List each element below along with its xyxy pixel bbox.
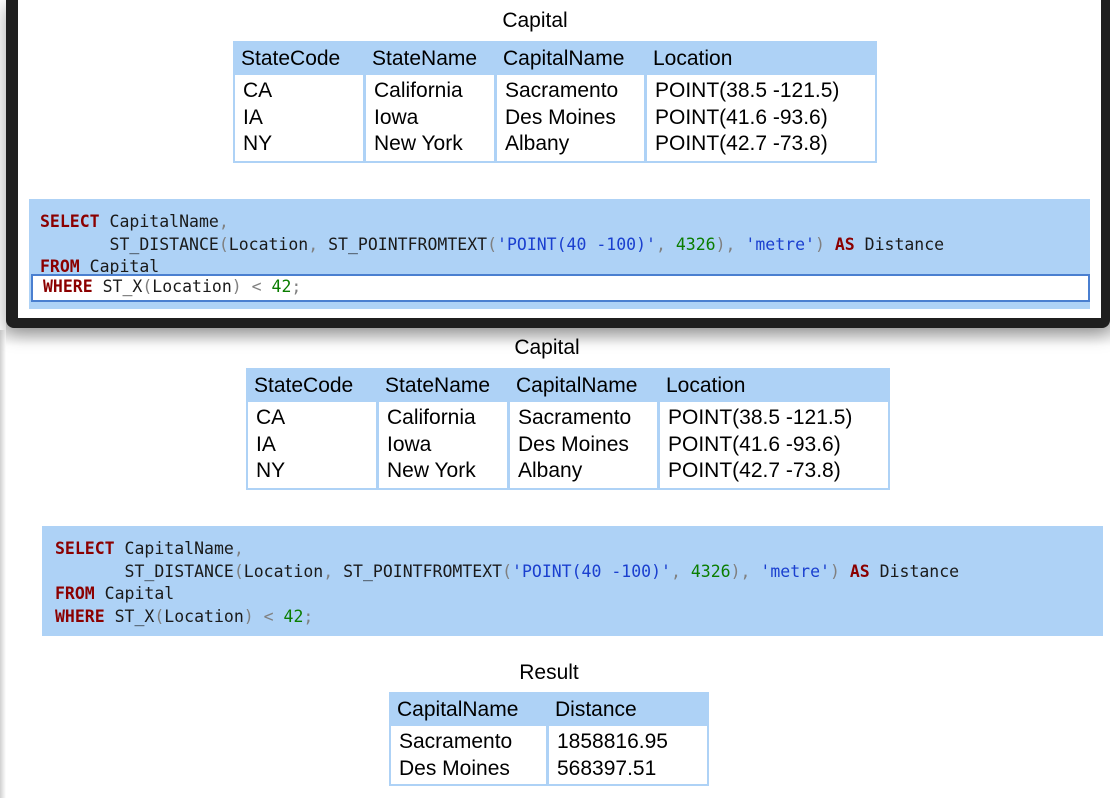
location-column: POINT(38.5 -121.5) POINT(41.6 -93.6) POI… [660,402,888,488]
header-location: Location [660,370,888,402]
statecode-column: CA IA NY [248,402,379,488]
statename-column: California Iowa New York [366,75,497,161]
table-body-row: CA IA NY California Iowa New York Sacram… [248,402,888,488]
table-cell: NY [256,459,286,482]
result-table: CapitalName Distance Sacramento Des Moin… [389,692,709,786]
table-cell: Des Moines [505,105,616,129]
where-line: WHERE ST_X(Location) < 42; [55,606,314,626]
table-body-row: CA IA NY California Iowa New York Sacram… [235,75,875,161]
table-cell: POINT(41.6 -93.6) [668,432,841,456]
header-capitalname: CapitalName [510,370,660,402]
distance-line: ST_DISTANCE(Location, ST_POINTFROMTEXT('… [124,561,960,581]
table-cell: POINT(42.7 -73.8) [668,459,841,482]
table-cell: Sacramento [505,79,619,102]
capital-table: StateCode StateName CapitalName Location… [233,41,877,163]
header-capitalname: CapitalName [391,694,549,726]
location-column: POINT(38.5 -121.5) POINT(41.6 -93.6) POI… [647,75,875,161]
query-popup: Capital StateCode StateName CapitalName … [6,0,1110,328]
table-cell: Des Moines [399,756,510,780]
table-cell: POINT(41.6 -93.6) [655,105,828,129]
select-line[interactable]: SELECT CapitalName, [40,211,1078,234]
table-cell: Sacramento [518,406,632,429]
table-cell: IA [256,432,276,456]
table-cell: CA [256,406,286,429]
table-cell: New York [387,459,476,482]
header-statename: StateName [366,43,497,75]
capital-table-caption: Capital [514,336,580,359]
distance-line[interactable]: ST_DISTANCE(Location, ST_POINTFROMTEXT('… [40,234,1078,257]
table-cell: IA [243,105,263,129]
table-cell: California [374,79,463,102]
header-location: Location [647,43,875,75]
header-capitalname: CapitalName [497,43,647,75]
table-cell: Sacramento [399,730,513,753]
table-header-row: CapitalName Distance [391,694,707,726]
header-distance: Distance [549,694,707,726]
capitalname-column: Sacramento Des Moines Albany [510,402,660,488]
table-cell: Albany [505,132,570,155]
from-line: FROM Capital [55,584,175,603]
table-body-row: Sacramento Des Moines 1858816.95 568397.… [391,726,707,784]
table-cell: Albany [518,459,583,482]
header-statecode: StateCode [248,370,379,402]
distance-column: 1858816.95 568397.51 [549,726,707,784]
table-cell: NY [243,132,273,155]
where-line-input[interactable]: WHERE ST_X(Location) < 42; [31,274,1090,302]
table-cell: 568397.51 [557,756,657,780]
table-cell: Iowa [374,105,419,129]
table-cell: POINT(42.7 -73.8) [655,132,828,155]
table-cell: Iowa [387,432,432,456]
table-cell: California [387,406,476,429]
capital-table: StateCode StateName CapitalName Location… [246,368,890,490]
capitalname-column: Sacramento Des Moines Albany [497,75,647,161]
statename-column: California Iowa New York [379,402,510,488]
table-cell: 1858816.95 [557,730,668,753]
result-table-caption: Result [519,661,579,684]
table-header-row: StateCode StateName CapitalName Location [235,43,875,75]
sql-query-block[interactable]: SELECT CapitalName, ST_DISTANCE(Location… [42,526,1103,636]
header-statename: StateName [379,370,510,402]
table-cell: Des Moines [518,432,629,456]
window-edge [0,330,6,798]
header-statecode: StateCode [235,43,366,75]
popup-content: Capital StateCode StateName CapitalName … [18,0,1101,318]
table-cell: New York [374,132,463,155]
table-cell: POINT(38.5 -121.5) [655,79,840,102]
capital-table-caption: Capital [502,9,568,32]
table-cell: POINT(38.5 -121.5) [668,406,853,429]
table-header-row: StateCode StateName CapitalName Location [248,370,888,402]
select-line: SELECT CapitalName, [55,539,244,558]
table-cell: CA [243,79,273,102]
capitalname-column: Sacramento Des Moines [391,726,549,784]
statecode-column: CA IA NY [235,75,366,161]
